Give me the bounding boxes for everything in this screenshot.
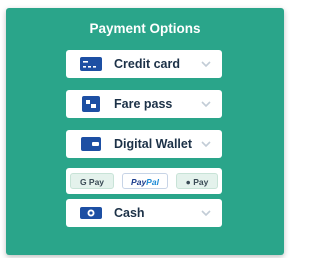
apple-icon: ● — [185, 177, 191, 187]
paypal-button[interactable]: PayPal — [122, 173, 168, 189]
option-cash[interactable]: Cash — [66, 199, 222, 227]
payment-options-panel: Payment Options Credit card Fare pass Di… — [6, 8, 284, 255]
google-pay-button[interactable]: G Pay — [70, 173, 114, 189]
chevron-down-icon[interactable] — [200, 59, 212, 69]
option-label: Cash — [114, 206, 145, 220]
option-digital-wallet[interactable]: Digital Wallet — [66, 130, 222, 158]
option-credit-card[interactable]: Credit card — [66, 50, 222, 78]
paypal-logo-part: Pal — [146, 177, 159, 187]
option-label: Digital Wallet — [114, 137, 193, 151]
option-label: Fare pass — [114, 97, 173, 111]
chevron-down-icon[interactable] — [200, 208, 212, 218]
cash-icon — [80, 207, 102, 219]
credit-card-icon — [80, 57, 102, 71]
chevron-down-icon[interactable] — [200, 139, 212, 149]
wallet-icon — [81, 137, 101, 151]
option-label: Credit card — [114, 57, 180, 71]
fare-pass-icon — [82, 96, 100, 112]
apple-pay-label: Pay — [193, 177, 209, 187]
apple-pay-button[interactable]: ● Pay — [176, 173, 218, 189]
paypal-logo-part: Pay — [131, 177, 147, 187]
panel-title: Payment Options — [89, 21, 201, 36]
wallet-choices: G Pay PayPal ● Pay — [66, 168, 222, 194]
option-fare-pass[interactable]: Fare pass — [66, 90, 222, 118]
chevron-down-icon[interactable] — [200, 99, 212, 109]
